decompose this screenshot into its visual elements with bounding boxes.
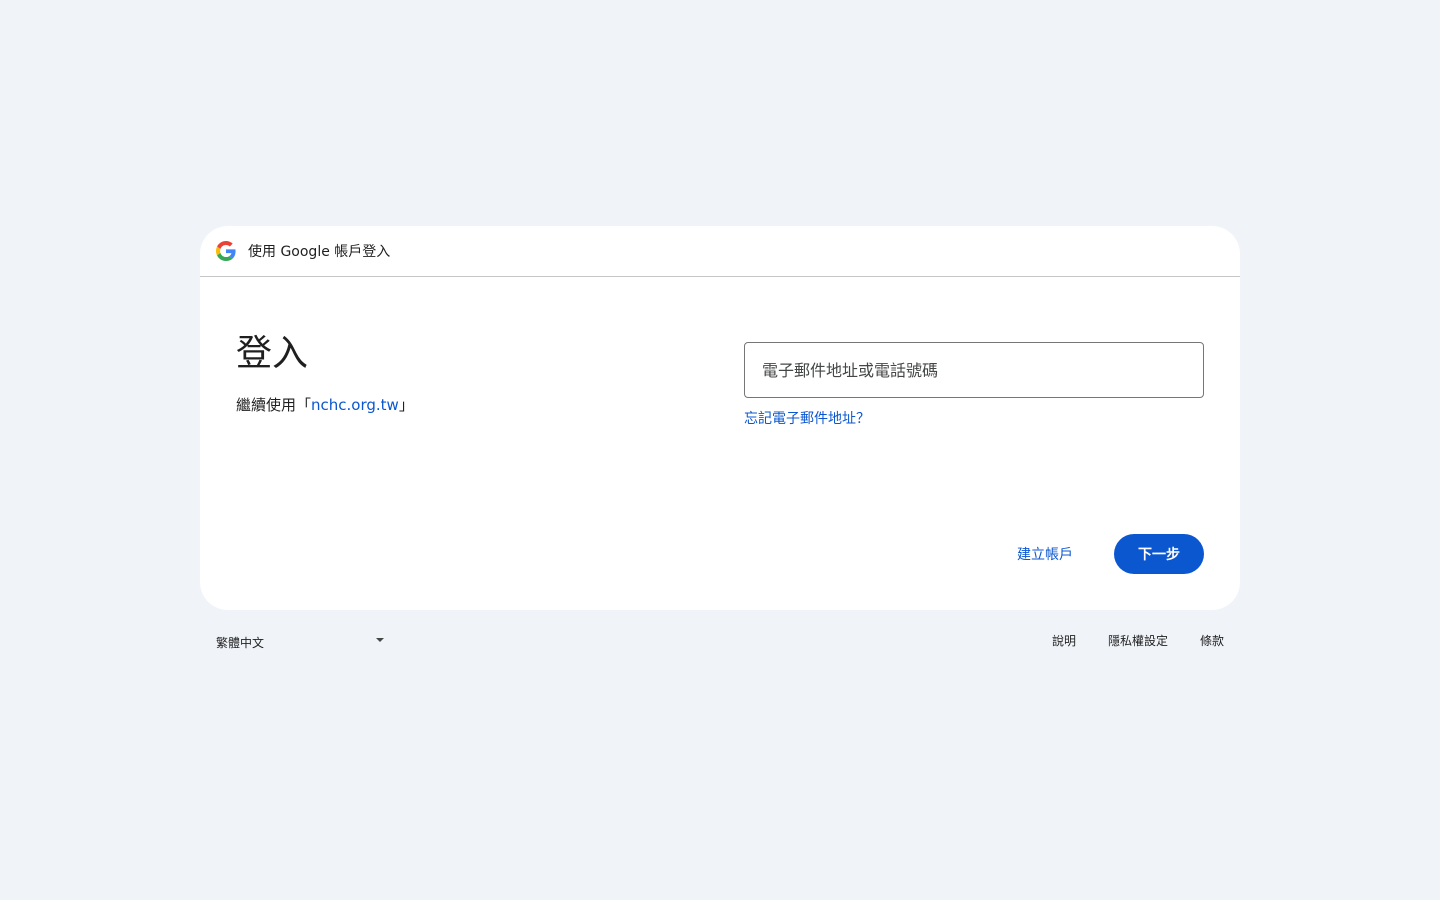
footer-links: 說明 隱私權設定 條款 [1052,632,1224,649]
continue-to-line: 繼續使用「nchc.org.tw」 [236,394,414,415]
card-header: 使用 Google 帳戶登入 [200,226,1240,277]
language-select[interactable]: 繁體中文 [216,632,384,652]
next-button[interactable]: 下一步 [1114,534,1204,574]
create-account-button[interactable]: 建立帳戶 [1000,534,1090,574]
google-g-icon [216,241,236,261]
email-field-container[interactable] [744,342,1204,398]
continue-site-link[interactable]: nchc.org.tw [311,396,399,414]
privacy-link[interactable]: 隱私權設定 [1108,632,1168,649]
terms-link[interactable]: 條款 [1200,632,1224,649]
header-title: 使用 Google 帳戶登入 [248,244,391,260]
help-link[interactable]: 說明 [1052,632,1076,649]
email-field[interactable] [760,359,1203,381]
continue-prefix: 繼續使用「 [236,396,312,414]
title-section: 登入 繼續使用「nchc.org.tw」 [236,332,414,415]
forgot-email-link[interactable]: 忘記電子郵件地址？ [744,408,870,428]
continue-suffix: 」 [398,396,414,414]
language-select-value: 繁體中文 [216,635,265,650]
footer: 繁體中文 說明 隱私權設定 條款 [200,630,1240,654]
signin-card: 使用 Google 帳戶登入 登入 繼續使用「nchc.org.tw」 忘記電子… [200,226,1240,610]
caret-down-icon [376,638,384,642]
page-title: 登入 [236,333,309,374]
